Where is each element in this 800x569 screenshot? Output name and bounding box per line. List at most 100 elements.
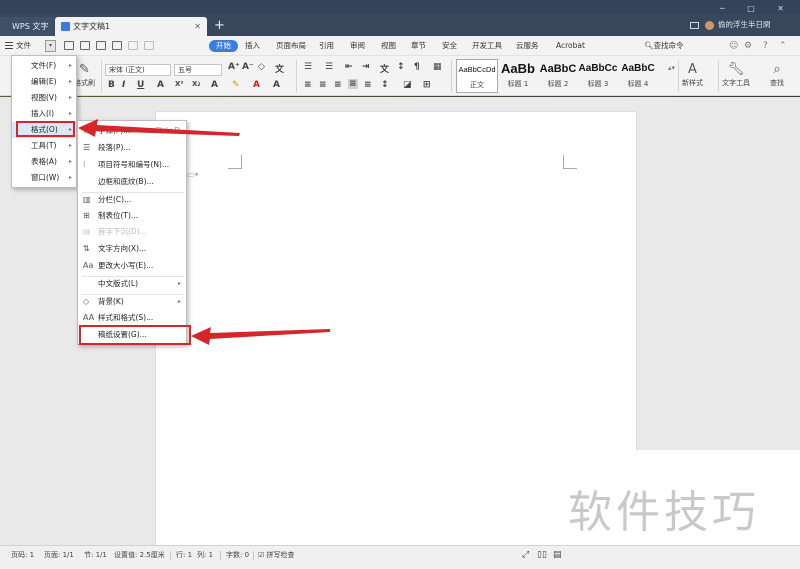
ribbon-tab-view[interactable]: 视图 <box>381 36 396 56</box>
ribbon-tab-developer[interactable]: 开发工具 <box>472 36 502 56</box>
submenu-item-borders[interactable]: 边框和底纹(B)... <box>78 174 186 190</box>
fullscreen-icon[interactable]: ⤢ <box>522 546 529 564</box>
chinese-layout-icon[interactable]: 文 <box>380 62 389 75</box>
strikethrough-icon[interactable]: A <box>157 80 164 90</box>
settings-icon[interactable]: ⚙ <box>744 41 752 51</box>
reading-view-icon[interactable]: ▯▯ <box>537 546 547 564</box>
submenu-item-paragraph[interactable]: ☰ 段落(P)... <box>78 140 186 156</box>
file-dropdown-arrow[interactable]: ▾ <box>45 40 56 52</box>
subscript-icon[interactable]: X₂ <box>192 80 200 88</box>
new-tab-button[interactable]: + <box>214 17 225 35</box>
page-view-icon[interactable]: ▤ <box>553 546 562 564</box>
menu-item-table[interactable]: 表格(A) ▸ <box>12 154 76 170</box>
font-color-icon[interactable]: A <box>253 80 260 90</box>
text-effect-icon[interactable]: A <box>211 80 218 90</box>
ribbon-tab-review[interactable]: 审阅 <box>350 36 365 56</box>
tab-document[interactable]: 文字文稿1 ✕ <box>55 17 207 36</box>
font-name-select[interactable]: 宋体 (正文) <box>105 64 171 76</box>
spellcheck-button[interactable]: ☑ 拼写检查 <box>258 546 295 564</box>
align-center-icon[interactable]: ≡ <box>319 80 327 90</box>
align-left-icon[interactable]: ≡ <box>304 80 312 90</box>
tab-wps-home[interactable]: WPS 文字 <box>0 17 54 36</box>
ribbon-tab-references[interactable]: 引用 <box>319 36 334 56</box>
submenu-item-text-direction[interactable]: ⇅ 文字方向(X)... <box>78 241 186 257</box>
style-heading-2[interactable]: AaBbC 标题 2 <box>537 59 579 93</box>
underline-icon[interactable]: U <box>137 80 144 90</box>
submenu-item-columns[interactable]: ▥ 分栏(C)... <box>78 192 186 208</box>
justify-icon[interactable]: ≡ <box>348 79 358 89</box>
meeting-icon[interactable] <box>690 21 699 29</box>
avatar[interactable] <box>705 20 714 30</box>
submenu-item-font[interactable]: Ａ 字体(F)... Ctrl+D <box>78 123 186 139</box>
style-heading-4[interactable]: AaBbC 标题 4 <box>617 59 659 93</box>
user-area[interactable]: 偷的浮生半日閑 <box>690 18 771 32</box>
paste-options-icon[interactable]: ▭▾ <box>187 170 199 179</box>
open-folder-icon[interactable] <box>64 41 74 50</box>
search-command[interactable]: 🔍︎查找命令 <box>644 36 684 56</box>
ribbon-tab-security[interactable]: 安全 <box>442 36 457 56</box>
clear-format-icon[interactable]: ◇ <box>258 62 265 72</box>
submenu-item-chinese-layout[interactable]: 中文版式(L) ▸ <box>78 276 186 292</box>
file-menu-button[interactable]: 文件 <box>4 36 46 56</box>
ribbon-tab-chapter[interactable]: 章节 <box>411 36 426 56</box>
ribbon-tab-acrobat[interactable]: Acrobat <box>556 36 585 56</box>
menu-item-insert[interactable]: 插入(I) ▸ <box>12 106 76 122</box>
new-style-button[interactable]: A 新样式 <box>682 62 703 88</box>
pinyin-icon[interactable]: 文 <box>275 62 284 75</box>
numbering-icon[interactable]: ☰ <box>325 62 333 72</box>
submenu-item-tabstops[interactable]: ⊞ 制表位(T)... <box>78 208 186 224</box>
export-pdf-icon[interactable] <box>96 41 106 50</box>
ribbon-tab-cloud[interactable]: 云服务 <box>516 36 539 56</box>
submenu-item-change-case[interactable]: Aa 更改大小写(E)... <box>78 258 186 274</box>
chevron-right-icon: ▸ <box>177 298 181 305</box>
borders-icon[interactable]: ⊞ <box>423 80 431 90</box>
status-word-count[interactable]: 字数: 0 <box>226 546 249 564</box>
help-icon[interactable]: ? <box>763 41 768 51</box>
undo-icon[interactable] <box>128 41 138 50</box>
close-tab-icon[interactable]: ✕ <box>194 17 201 36</box>
shrink-font-icon[interactable]: A⁻ <box>242 62 254 72</box>
increase-indent-icon[interactable]: ⇥ <box>362 62 370 72</box>
window-controls[interactable]: ─ □ ✕ <box>720 4 794 13</box>
line-spacing-icon[interactable]: ↕ <box>381 80 389 90</box>
shading-icon[interactable]: ◪ <box>403 80 412 90</box>
char-shading-icon[interactable]: A <box>273 80 280 90</box>
style-heading-1[interactable]: AaBb 标题 1 <box>497 59 539 93</box>
menu-item-file[interactable]: 文件(F) ▸ <box>12 58 76 74</box>
text-tools-button[interactable]: 🔧︎ 文字工具 <box>722 62 750 88</box>
menu-item-view[interactable]: 视图(V) ▸ <box>12 90 76 106</box>
style-normal[interactable]: AaBbCcDd 正文 <box>456 59 498 93</box>
sort-icon[interactable]: ↕ <box>397 62 405 72</box>
grow-font-icon[interactable]: A⁺ <box>228 62 240 72</box>
show-marks-icon[interactable]: ¶ <box>414 62 420 72</box>
submenu-item-bullets[interactable]: ⁝ 项目符号和编号(N)... <box>78 157 186 173</box>
font-size-select[interactable]: 五号 <box>174 64 222 76</box>
feedback-icon[interactable]: ☺ <box>729 41 738 51</box>
menu-item-window[interactable]: 窗口(W) ▸ <box>12 170 76 186</box>
align-right-icon[interactable]: ≡ <box>334 80 342 90</box>
format-painter-button[interactable]: ✎ 格式刷 <box>74 62 95 88</box>
styles-scroll-icon[interactable]: ▴▾ <box>668 64 675 72</box>
decrease-indent-icon[interactable]: ⇤ <box>345 62 353 72</box>
find-button[interactable]: ⌕ 查找 <box>770 62 784 88</box>
menu-item-edit[interactable]: 编辑(E) ▸ <box>12 74 76 90</box>
save-icon[interactable] <box>80 41 90 50</box>
redo-icon[interactable] <box>144 41 154 50</box>
submenu-item-background[interactable]: ◇ 背景(K) ▸ <box>78 294 186 310</box>
style-heading-3[interactable]: AaBbCc 标题 3 <box>577 59 619 93</box>
distributed-icon[interactable]: ≡ <box>364 80 372 90</box>
collapse-ribbon-icon[interactable]: ⌃ <box>779 41 787 51</box>
submenu-item-styles[interactable]: AA 样式和格式(S)... <box>78 310 186 326</box>
bullets-icon[interactable]: ☰ <box>304 62 312 72</box>
highlight-icon[interactable]: ✎ <box>232 80 240 90</box>
bold-icon[interactable]: B <box>108 80 115 90</box>
ribbon-tab-page-layout[interactable]: 页面布局 <box>276 36 306 56</box>
superscript-icon[interactable]: X² <box>175 80 183 88</box>
italic-icon[interactable]: I <box>122 80 125 90</box>
table-grid-icon[interactable]: ▦ <box>433 62 442 72</box>
new-style-label: 新样式 <box>682 79 703 87</box>
print-icon[interactable] <box>112 41 122 50</box>
menu-item-tools[interactable]: 工具(T) ▸ <box>12 138 76 154</box>
ribbon-tab-home[interactable]: 开始 <box>209 40 238 52</box>
ribbon-tab-insert[interactable]: 插入 <box>245 36 260 56</box>
